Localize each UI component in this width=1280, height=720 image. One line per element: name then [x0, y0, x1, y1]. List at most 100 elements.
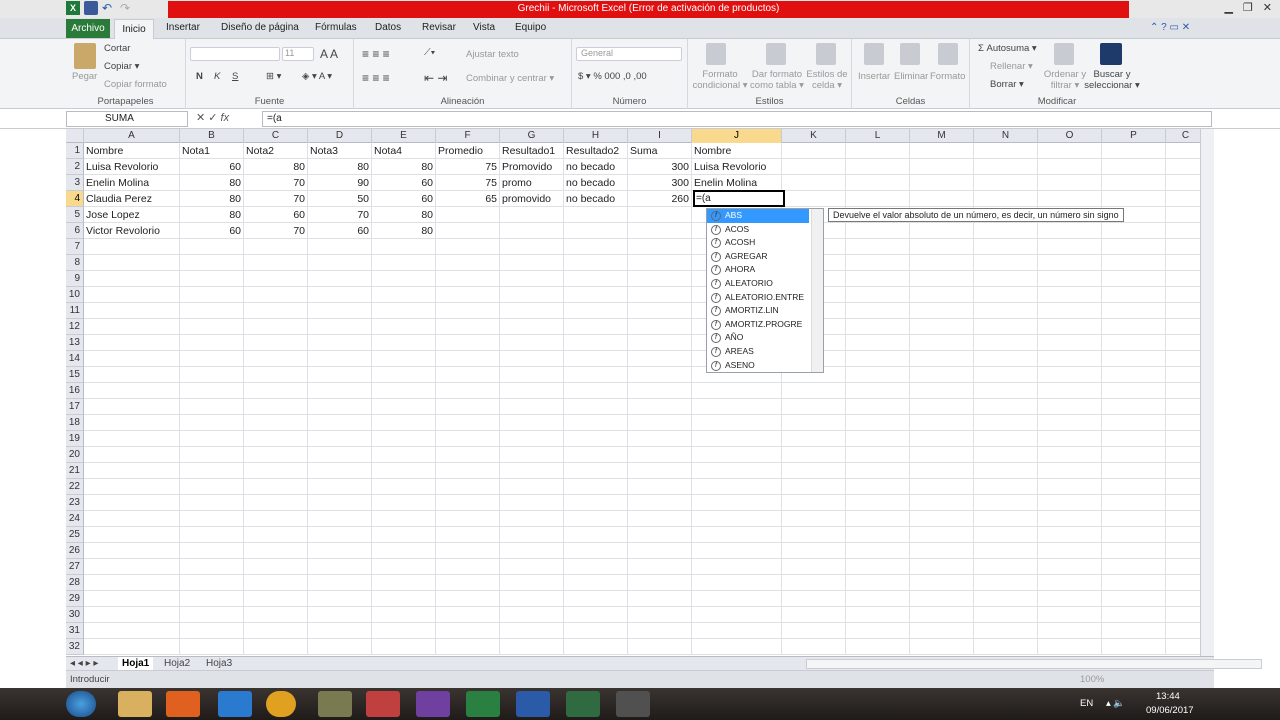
clock-date[interactable]: 09/06/2017 — [1146, 705, 1194, 716]
cell[interactable]: no becado — [564, 191, 628, 207]
cell[interactable] — [84, 351, 180, 367]
cell[interactable] — [180, 559, 244, 575]
row-header[interactable]: 5 — [66, 207, 84, 223]
cell[interactable] — [1102, 415, 1166, 431]
cell[interactable] — [1166, 207, 1200, 223]
cell[interactable] — [1166, 271, 1200, 287]
cell[interactable]: Nota2 — [244, 143, 308, 159]
italic-button[interactable]: K — [214, 71, 220, 82]
cell[interactable] — [372, 303, 436, 319]
column-header[interactable]: O — [1038, 129, 1102, 143]
cell[interactable] — [180, 463, 244, 479]
cell[interactable] — [974, 383, 1038, 399]
column-header[interactable]: F — [436, 129, 500, 143]
row-header[interactable]: 2 — [66, 159, 84, 175]
row-header[interactable]: 8 — [66, 255, 84, 271]
cell[interactable]: Enelin Molina — [692, 175, 782, 191]
cell[interactable] — [974, 191, 1038, 207]
cell[interactable] — [910, 447, 974, 463]
format-cells-icon[interactable] — [938, 43, 958, 65]
cell[interactable] — [1038, 239, 1102, 255]
cell[interactable] — [628, 623, 692, 639]
currency-icon[interactable]: $ ▾ % 000 ,0 ,00 — [578, 71, 647, 82]
cell[interactable] — [1166, 527, 1200, 543]
cell[interactable] — [84, 239, 180, 255]
tab-vista[interactable]: Vista — [473, 22, 495, 33]
cell[interactable] — [84, 591, 180, 607]
cell[interactable] — [436, 239, 500, 255]
column-header[interactable]: M — [910, 129, 974, 143]
cell[interactable] — [1102, 255, 1166, 271]
cell[interactable] — [372, 319, 436, 335]
cell[interactable] — [1166, 591, 1200, 607]
cell[interactable] — [1038, 399, 1102, 415]
cell[interactable] — [692, 559, 782, 575]
cell[interactable] — [628, 303, 692, 319]
cell[interactable] — [1166, 639, 1200, 655]
cell[interactable] — [500, 511, 564, 527]
cell[interactable] — [564, 367, 628, 383]
cell[interactable] — [1166, 511, 1200, 527]
cell[interactable] — [308, 479, 372, 495]
cell[interactable] — [974, 255, 1038, 271]
cell[interactable] — [628, 495, 692, 511]
cell[interactable]: 75 — [436, 159, 500, 175]
cell[interactable] — [1166, 447, 1200, 463]
cell[interactable] — [372, 495, 436, 511]
cell[interactable] — [974, 159, 1038, 175]
cell[interactable] — [436, 255, 500, 271]
cell[interactable] — [436, 431, 500, 447]
cell[interactable] — [564, 623, 628, 639]
cell[interactable] — [1166, 383, 1200, 399]
cell[interactable] — [308, 255, 372, 271]
cell[interactable] — [1038, 303, 1102, 319]
row-header[interactable]: 24 — [66, 511, 84, 527]
conditional-format-icon[interactable] — [706, 43, 726, 65]
cell[interactable]: 80 — [180, 191, 244, 207]
cell[interactable] — [1102, 367, 1166, 383]
cell[interactable] — [180, 351, 244, 367]
column-header[interactable]: L — [846, 129, 910, 143]
cell[interactable] — [308, 575, 372, 591]
cell[interactable] — [180, 255, 244, 271]
cell[interactable] — [910, 255, 974, 271]
cell[interactable] — [564, 351, 628, 367]
cell[interactable] — [974, 511, 1038, 527]
cell[interactable] — [974, 367, 1038, 383]
cell[interactable] — [692, 463, 782, 479]
cell[interactable]: Promedio — [436, 143, 500, 159]
cell[interactable] — [180, 607, 244, 623]
cell[interactable] — [1038, 623, 1102, 639]
cell[interactable] — [500, 639, 564, 655]
cell[interactable] — [1038, 287, 1102, 303]
cell[interactable] — [500, 479, 564, 495]
cell[interactable] — [910, 527, 974, 543]
app-icon[interactable] — [566, 691, 600, 717]
merge-center-button[interactable]: Combinar y centrar ▾ — [466, 73, 554, 84]
cell[interactable] — [628, 335, 692, 351]
indent-icon[interactable]: ⇤ ⇥ — [424, 71, 447, 85]
cell[interactable] — [910, 223, 974, 239]
cell[interactable] — [84, 543, 180, 559]
borders-icon[interactable]: ⊞ ▾ — [266, 71, 281, 82]
cell[interactable] — [180, 479, 244, 495]
cell[interactable] — [910, 271, 974, 287]
cell[interactable] — [1166, 495, 1200, 511]
cell[interactable] — [846, 319, 910, 335]
cell[interactable] — [628, 527, 692, 543]
cell[interactable] — [974, 143, 1038, 159]
cell[interactable] — [628, 383, 692, 399]
column-header[interactable]: N — [974, 129, 1038, 143]
cell[interactable] — [846, 479, 910, 495]
row-header[interactable]: 11 — [66, 303, 84, 319]
cell[interactable] — [692, 527, 782, 543]
cell[interactable] — [84, 575, 180, 591]
cell[interactable] — [1102, 607, 1166, 623]
cell[interactable] — [244, 319, 308, 335]
cell[interactable] — [84, 527, 180, 543]
cell[interactable] — [308, 495, 372, 511]
cell[interactable] — [84, 335, 180, 351]
cell[interactable]: Nota4 — [372, 143, 436, 159]
cell[interactable] — [910, 351, 974, 367]
tools-icon[interactable] — [318, 691, 352, 717]
